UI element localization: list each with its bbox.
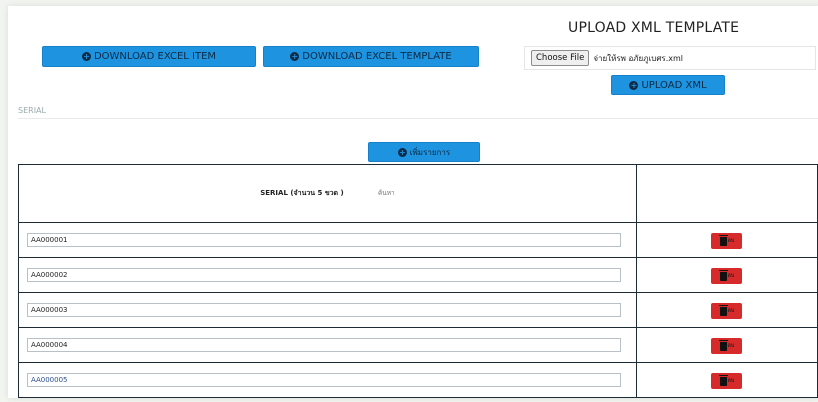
upload-xml-title: UPLOAD XML TEMPLATE	[568, 20, 740, 36]
download-excel-item-label: DOWNLOAD EXCEL ITEM	[93, 51, 217, 62]
action-header-cell	[635, 164, 818, 223]
serial-header-cell: SERIAL (จำนวน 5 ขวด ) ค้นหา	[18, 164, 637, 223]
divider	[18, 118, 818, 119]
search-label[interactable]: ค้นหา	[378, 189, 395, 197]
file-input[interactable]: Choose File จ่ายให้รพ อภัยภูเบศร.xml	[524, 46, 816, 70]
action-cell: ลบ	[635, 327, 818, 363]
plus-circle-icon: +	[629, 80, 639, 90]
delete-button[interactable]: ลบ	[711, 338, 743, 354]
delete-label: ลบ	[727, 343, 735, 349]
table-header-row: SERIAL (จำนวน 5 ขวด ) ค้นหา	[18, 164, 818, 223]
serial-cell: AA000001	[18, 222, 637, 258]
table-row: AA000005 ลบ	[18, 362, 818, 398]
delete-label: ลบ	[727, 378, 735, 384]
serial-cell: AA000004	[18, 327, 637, 363]
trash-icon	[718, 234, 728, 246]
serial-cell: AA000003	[18, 292, 637, 328]
delete-label: ลบ	[727, 308, 735, 314]
table-row: AA000001 ลบ	[18, 222, 818, 258]
add-item-button[interactable]: + เพิ่มรายการ	[368, 142, 480, 162]
add-item-label: เพิ่มรายการ	[409, 147, 451, 157]
action-cell: ลบ	[635, 257, 818, 293]
trash-icon	[718, 374, 728, 386]
plus-circle-icon: +	[81, 52, 91, 61]
upload-xml-label: UPLOAD XML	[641, 79, 707, 91]
delete-label: ลบ	[727, 238, 735, 244]
action-cell: ลบ	[635, 362, 818, 398]
serial-table: SERIAL (จำนวน 5 ขวด ) ค้นหา AA000001 ลบ …	[18, 164, 818, 398]
table-row: AA000002 ลบ	[18, 257, 818, 293]
choose-file-button[interactable]: Choose File	[531, 50, 590, 66]
plus-circle-icon: +	[397, 147, 407, 157]
trash-icon	[718, 339, 728, 351]
serial-input[interactable]: AA000001	[27, 233, 621, 247]
upload-xml-button[interactable]: + UPLOAD XML	[611, 75, 725, 95]
delete-button[interactable]: ลบ	[711, 268, 743, 284]
delete-label: ลบ	[727, 273, 735, 279]
serial-input[interactable]: AA000005	[27, 373, 621, 387]
serial-cell: AA000002	[18, 257, 637, 293]
download-excel-item-button[interactable]: + DOWNLOAD EXCEL ITEM	[42, 46, 256, 67]
serial-input[interactable]: AA000003	[27, 303, 621, 317]
trash-icon	[718, 269, 728, 281]
serial-cell: AA000005	[18, 362, 637, 398]
serial-input[interactable]: AA000004	[27, 338, 621, 352]
serial-header-text: SERIAL (จำนวน 5 ขวด )	[260, 189, 344, 197]
delete-button[interactable]: ลบ	[711, 373, 743, 389]
plus-circle-icon: +	[290, 52, 300, 61]
delete-button[interactable]: ลบ	[711, 303, 743, 319]
serial-input[interactable]: AA000002	[27, 268, 621, 282]
serial-section-label: SERIAL	[18, 106, 46, 115]
trash-icon	[718, 304, 728, 316]
action-cell: ลบ	[635, 222, 818, 258]
table-row: AA000003 ลบ	[18, 292, 818, 328]
chosen-file-name: จ่ายให้รพ อภัยภูเบศร.xml	[593, 53, 683, 63]
table-row: AA000004 ลบ	[18, 327, 818, 363]
action-cell: ลบ	[635, 292, 818, 328]
delete-button[interactable]: ลบ	[711, 233, 743, 249]
download-excel-template-button[interactable]: + DOWNLOAD EXCEL TEMPLATE	[263, 46, 479, 67]
download-excel-template-label: DOWNLOAD EXCEL TEMPLATE	[302, 51, 452, 62]
